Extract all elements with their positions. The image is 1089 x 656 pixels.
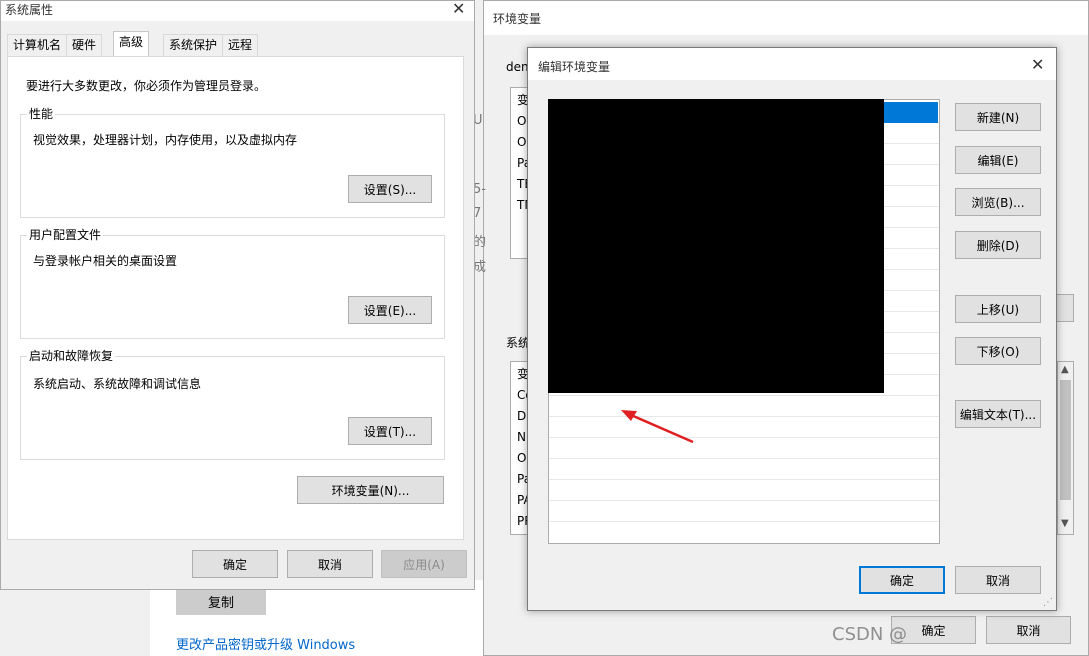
performance-title: 性能 <box>27 106 56 122</box>
path-entry-row[interactable] <box>549 501 939 522</box>
admin-note: 要进行大多数更改，你必须作为管理员登录。 <box>26 79 267 93</box>
path-entry-row[interactable] <box>549 480 939 501</box>
startup-settings-button[interactable]: 设置(T)... <box>348 417 432 445</box>
delete-button[interactable]: 删除(D) <box>955 231 1041 259</box>
path-entry-row[interactable] <box>549 396 939 417</box>
tab-remote[interactable]: 远程 <box>222 34 259 56</box>
edit-env-var-dialog: 编辑环境变量 ✕ C:\sqlite 新建(N) 编辑(E) 浏览(B)... … <box>527 47 1057 611</box>
sysprop-apply-button: 应用(A) <box>381 550 467 578</box>
scroll-thumb[interactable] <box>1060 380 1071 500</box>
sysprop-cancel-button[interactable]: 取消 <box>287 550 373 578</box>
performance-settings-button[interactable]: 设置(S)... <box>348 175 432 203</box>
user-profiles-group: 用户配置文件 与登录帐户相关的桌面设置 设置(E)... <box>20 227 445 339</box>
startup-recovery-group: 启动和故障恢复 系统启动、系统故障和调试信息 设置(T)... <box>20 348 445 460</box>
edit-dialog-cancel-button[interactable]: 取消 <box>955 566 1041 594</box>
env-cancel-button[interactable]: 取消 <box>986 616 1071 644</box>
startup-recovery-title: 启动和故障恢复 <box>27 348 116 364</box>
performance-desc: 视觉效果，处理器计划，内存使用，以及虚拟内存 <box>33 133 298 147</box>
edit-button[interactable]: 编辑(E) <box>955 146 1041 174</box>
sysprop-title: 系统属性 <box>5 3 54 17</box>
user-profiles-desc: 与登录帐户相关的桌面设置 <box>33 254 178 268</box>
path-entry-row[interactable] <box>549 417 939 438</box>
upgrade-windows-link[interactable]: 更改产品密钥或升级 Windows <box>176 634 355 653</box>
advanced-tab-panel: 要进行大多数更改，你必须作为管理员登录。 性能 视觉效果，处理器计划，内存使用，… <box>7 56 464 540</box>
sysprop-ok-button[interactable]: 确定 <box>192 550 278 578</box>
sys-vars-scrollbar[interactable]: ▲ ▼ <box>1057 361 1074 535</box>
move-down-button[interactable]: 下移(O) <box>955 337 1041 365</box>
env-titlebar <box>484 1 1088 35</box>
system-properties-window: 系统属性 ✕ 计算机名 硬件 高级 系统保护 远程 要进行大多数更改，你必须作为… <box>0 0 475 590</box>
edit-dialog-close-icon[interactable]: ✕ <box>1031 57 1044 73</box>
path-entry-row[interactable] <box>549 459 939 480</box>
sysprop-close-icon[interactable]: ✕ <box>452 1 465 17</box>
performance-group: 性能 视觉效果，处理器计划，内存使用，以及虚拟内存 设置(S)... <box>20 106 445 218</box>
sysprop-titlebar <box>1 1 474 21</box>
red-arrow-annotation <box>621 410 694 444</box>
csdn-watermark: CSDN @ <box>832 624 908 645</box>
edit-text-button[interactable]: 编辑文本(T)... <box>955 400 1041 428</box>
redacted-block <box>548 99 884 393</box>
user-profiles-settings-button[interactable]: 设置(E)... <box>348 296 432 324</box>
path-entry-row[interactable] <box>549 438 939 459</box>
startup-recovery-desc: 系统启动、系统故障和调试信息 <box>33 377 202 391</box>
scroll-down-icon[interactable]: ▼ <box>1061 518 1069 529</box>
user-profiles-title: 用户配置文件 <box>27 227 104 243</box>
move-up-button[interactable]: 上移(U) <box>955 295 1041 323</box>
environment-variables-button[interactable]: 环境变量(N)... <box>297 476 444 504</box>
copy-button[interactable]: 复制 <box>176 587 266 615</box>
new-button[interactable]: 新建(N) <box>955 103 1041 131</box>
tab-computer-name[interactable]: 计算机名 <box>7 34 68 56</box>
user-vars-group-label: den <box>506 60 529 74</box>
resize-grip-icon[interactable]: ⋰ <box>1043 597 1053 608</box>
tab-advanced[interactable]: 高级 <box>113 31 150 57</box>
browse-button[interactable]: 浏览(B)... <box>955 188 1041 216</box>
tab-system-protection[interactable]: 系统保护 <box>163 34 224 56</box>
env-title: 环境变量 <box>493 12 542 26</box>
edit-dialog-ok-button[interactable]: 确定 <box>859 566 945 594</box>
edit-dialog-title: 编辑环境变量 <box>538 60 611 74</box>
tab-hardware[interactable]: 硬件 <box>66 34 103 56</box>
selected-row-highlight[interactable] <box>884 102 938 123</box>
scroll-up-icon[interactable]: ▲ <box>1061 364 1069 375</box>
